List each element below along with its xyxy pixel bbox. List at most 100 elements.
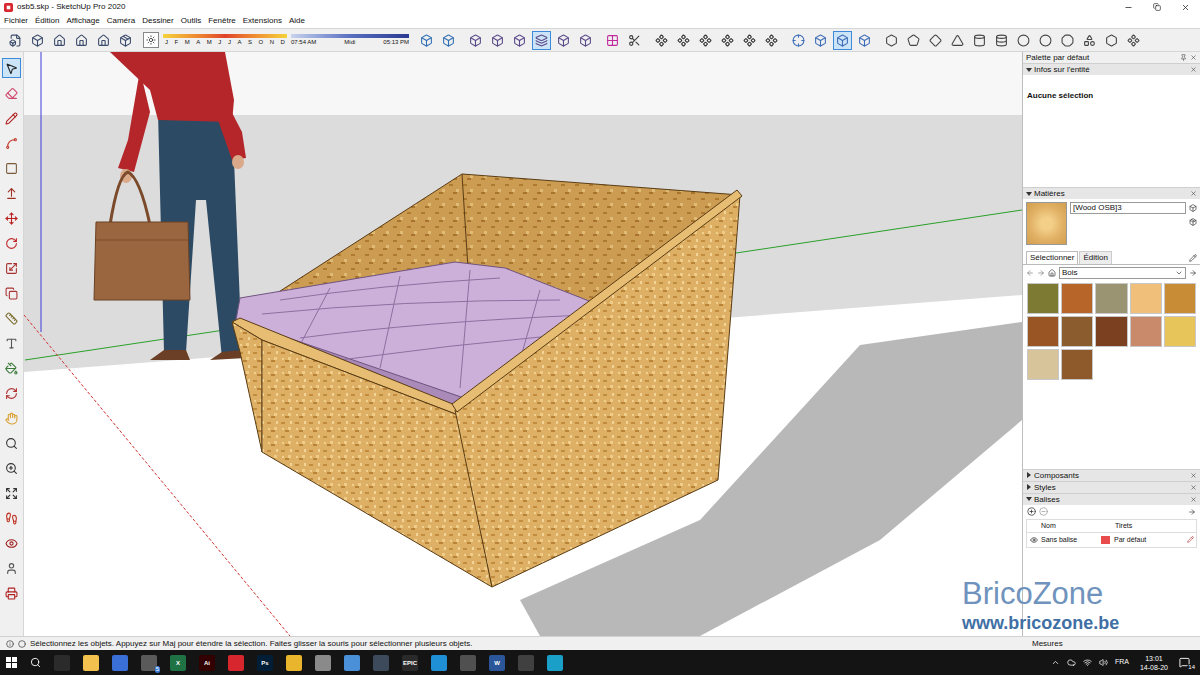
left-tool-button[interactable] [2,558,21,578]
close-icon[interactable] [1190,496,1197,503]
material-name-field[interactable]: [Wood OSB]3 [1070,202,1186,214]
material-swatch[interactable] [1164,283,1196,314]
taskbar-app[interactable]: X [170,655,186,671]
left-tool-button[interactable] [2,583,21,603]
left-tool-button[interactable] [2,283,21,303]
toolbar-button[interactable] [811,31,830,50]
left-tool-button[interactable] [2,133,21,153]
toolbar-button[interactable] [50,31,69,50]
left-tool-button[interactable] [2,258,21,278]
taskbar-app[interactable]: W [489,655,505,671]
menu-item[interactable]: Édition [35,15,59,27]
left-tool-button[interactable] [2,458,21,478]
left-tool-button[interactable] [2,108,21,128]
taskbar-app[interactable]: Ai [199,655,215,671]
close-icon[interactable] [1190,66,1197,73]
material-swatch[interactable] [1061,316,1093,347]
toolbar-button[interactable] [674,31,693,50]
toolbar-button[interactable] [926,31,945,50]
taskbar-app[interactable] [112,655,128,671]
toolbar-button[interactable] [116,31,135,50]
material-swatch[interactable] [1095,283,1127,314]
toolbar-button[interactable] [466,31,485,50]
add-tag-icon[interactable] [1027,507,1036,516]
toolbar-button[interactable] [554,31,573,50]
left-tool-button[interactable] [2,308,21,328]
toolbar-button[interactable] [948,31,967,50]
menu-item[interactable]: Outils [181,15,201,27]
left-tool-button[interactable] [2,183,21,203]
close-icon[interactable] [1190,190,1197,197]
toolbar-button[interactable] [789,31,808,50]
pin-icon[interactable] [1180,54,1187,61]
details-icon[interactable] [1188,508,1196,516]
taskbar-app[interactable] [83,655,99,671]
taskbar-app[interactable]: 5 [141,655,157,671]
toolbar-button[interactable] [992,31,1011,50]
left-tool-button[interactable] [2,408,21,428]
visibility-icon[interactable] [1030,536,1038,544]
left-tool-button[interactable] [2,383,21,403]
close-icon[interactable] [1190,54,1197,61]
tray-expand-icon[interactable] [1051,658,1060,667]
minimize-icon[interactable] [1124,3,1133,12]
toolbar-button[interactable] [882,31,901,50]
toolbar-button[interactable] [1080,31,1099,50]
back-icon[interactable] [1026,269,1034,277]
tag-row[interactable]: Sans balisePar défaut [1027,533,1196,547]
left-tool-button[interactable] [2,233,21,253]
taskbar-app[interactable] [286,655,302,671]
model-viewport[interactable] [24,52,1022,636]
tags-header[interactable]: Balises [1023,493,1200,505]
cloud-icon[interactable] [1067,658,1076,667]
taskbar-app[interactable] [431,655,447,671]
material-swatch[interactable] [1130,283,1162,314]
left-tool-button[interactable] [2,483,21,503]
time-slider[interactable]: 07:54 AMMidi05:13 PM [291,34,409,46]
search-icon[interactable] [30,657,41,668]
close-window-icon[interactable] [1181,3,1190,12]
material-swatch[interactable] [1095,316,1127,347]
toolbar-button[interactable] [1014,31,1033,50]
toolbar-button[interactable] [532,31,551,50]
close-icon[interactable] [1190,472,1197,479]
left-tool-button[interactable] [2,333,21,353]
taskbar-app[interactable] [344,655,360,671]
left-tool-button[interactable] [2,433,21,453]
clock[interactable]: 13:0114-08-20 [1136,654,1172,672]
taskbar-app[interactable]: EPIC [402,655,418,671]
left-tool-button[interactable] [2,358,21,378]
toolbar-button[interactable] [94,31,113,50]
left-tool-button[interactable] [2,533,21,553]
material-tab[interactable]: Sélectionner [1026,251,1078,264]
restore-icon[interactable] [1153,3,1161,11]
material-swatch[interactable] [1061,283,1093,314]
toolbar-button[interactable] [740,31,759,50]
material-tab[interactable]: Édition [1079,251,1111,264]
toolbar-button[interactable] [652,31,671,50]
library-dropdown[interactable]: Bois [1059,267,1186,279]
create-material-icon[interactable] [1189,204,1197,212]
menu-item[interactable]: Extensions [243,15,282,27]
left-tool-button[interactable] [2,83,21,103]
windows-logo-icon[interactable] [6,657,17,668]
remove-tag-icon[interactable] [1039,507,1048,516]
taskbar-app[interactable] [460,655,476,671]
menu-item[interactable]: Fichier [4,15,28,27]
eyedropper-icon[interactable] [1189,254,1197,262]
taskbar-app[interactable] [315,655,331,671]
toolbar-button[interactable] [72,31,91,50]
toolbar-button[interactable] [855,31,874,50]
menu-item[interactable]: Aide [289,15,305,27]
toolbar-button[interactable] [603,31,622,50]
close-icon[interactable] [1190,484,1197,491]
date-slider[interactable]: JFMAMJJASOND [163,34,287,46]
entity-info-header[interactable]: Infos sur l'entité [1023,63,1200,75]
material-swatch[interactable] [1061,349,1093,380]
menu-item[interactable]: Caméra [107,15,135,27]
toolbar-button[interactable] [625,31,644,50]
toolbar-button[interactable] [576,31,595,50]
toolbar-button[interactable] [1058,31,1077,50]
collapsed-section-header[interactable]: Styles [1023,481,1200,493]
taskbar-app[interactable] [54,655,70,671]
